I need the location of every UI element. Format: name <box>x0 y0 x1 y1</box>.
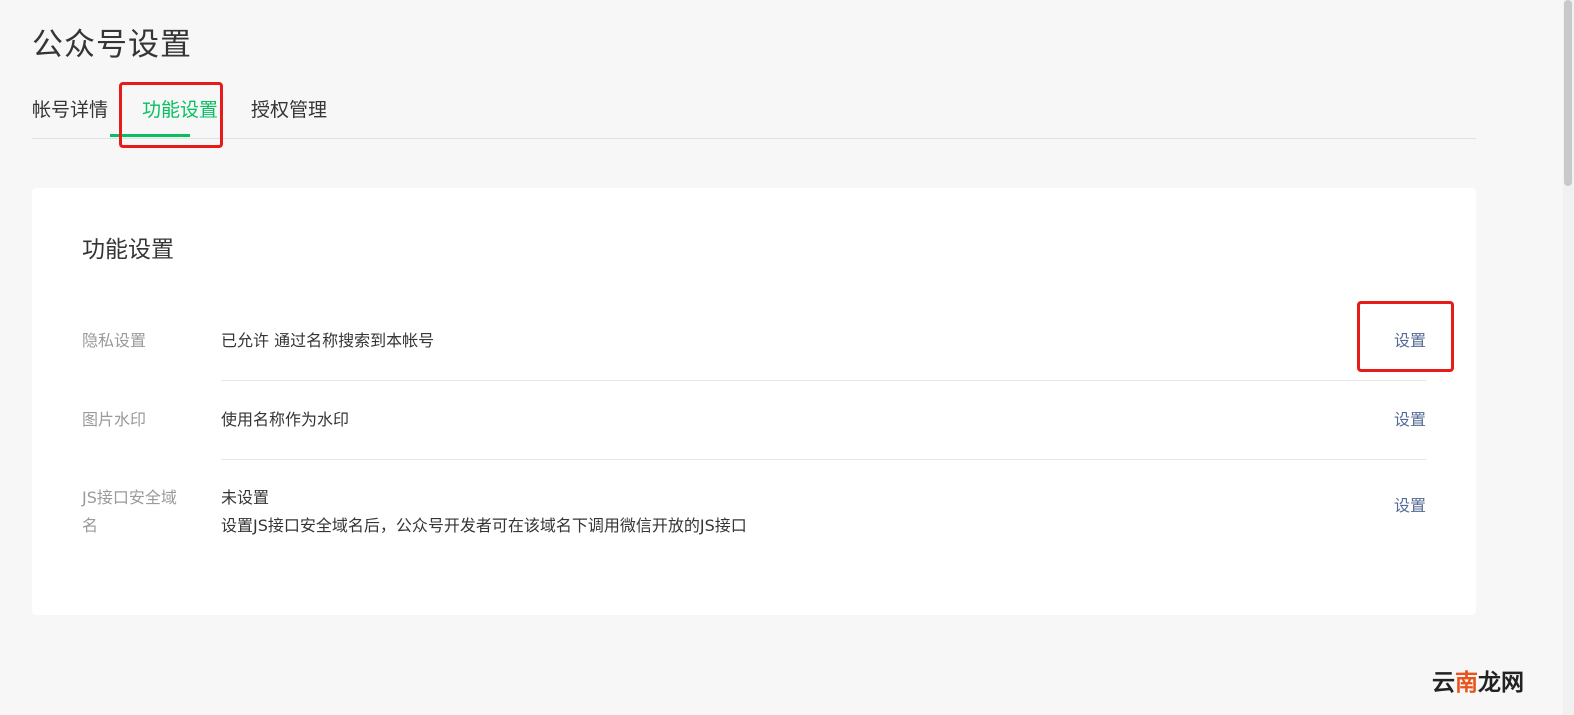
image-watermark-button[interactable]: 设置 <box>1394 406 1426 434</box>
card-title: 功能设置 <box>82 237 174 263</box>
row-divider <box>221 380 1426 381</box>
tab-bar: 帐号详情 功能设置 授权管理 <box>32 88 1476 139</box>
page-title: 公众号设置 <box>32 27 192 63</box>
scrollbar[interactable] <box>1563 0 1574 715</box>
scrollbar-thumb[interactable] <box>1564 0 1572 186</box>
watermark-part1: 云 <box>1432 670 1455 696</box>
image-watermark-label: 图片水印 <box>82 410 147 429</box>
privacy-settings-value: 已允许 通过名称搜索到本帐号 <box>221 331 435 350</box>
js-domain-label-line1: JS接口安全域 <box>82 488 177 507</box>
row-divider <box>221 459 1426 460</box>
js-domain-label-line2: 名 <box>82 516 99 535</box>
js-domain-label: JS接口安全域 名 <box>82 484 200 540</box>
highlight-box-tab <box>119 82 223 148</box>
tab-authorization-management[interactable]: 授权管理 <box>251 88 327 137</box>
image-watermark-value: 使用名称作为水印 <box>221 410 350 429</box>
js-domain-value: 未设置 设置JS接口安全域名后，公众号开发者可在该域名下调用微信开放的JS接口 <box>221 484 1221 540</box>
js-domain-button[interactable]: 设置 <box>1394 492 1426 520</box>
watermark-part2: 南 <box>1455 670 1478 696</box>
tab-account-details[interactable]: 帐号详情 <box>32 88 108 137</box>
watermark-part3: 龙网 <box>1478 670 1524 696</box>
js-domain-description: 设置JS接口安全域名后，公众号开发者可在该域名下调用微信开放的JS接口 <box>221 516 747 535</box>
highlight-box-settings <box>1357 301 1454 372</box>
site-watermark-logo: 云南龙网 <box>1432 666 1524 700</box>
feature-settings-card: 功能设置 隐私设置 已允许 通过名称搜索到本帐号 设置 图片水印 使用名称作为水… <box>32 188 1476 615</box>
js-domain-status: 未设置 <box>221 488 270 507</box>
privacy-settings-label: 隐私设置 <box>82 331 147 350</box>
